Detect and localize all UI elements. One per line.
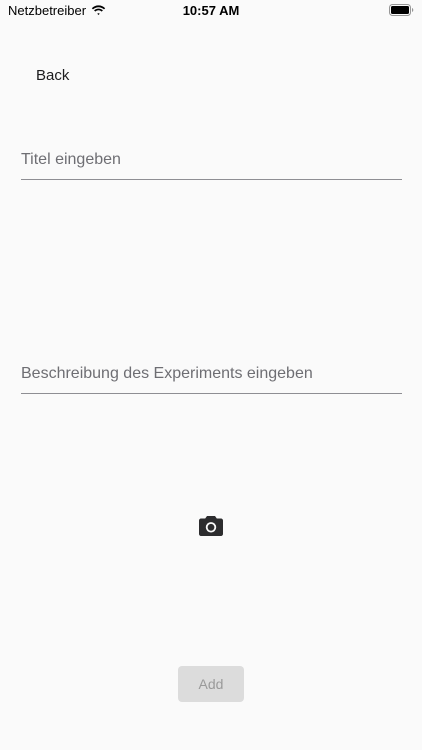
status-bar: Netzbetreiber 10:57 AM <box>0 0 422 24</box>
camera-icon[interactable] <box>199 515 223 537</box>
battery-icon <box>389 4 414 16</box>
description-input[interactable] <box>21 365 402 383</box>
screen: Netzbetreiber 10:57 AM Back Add <box>0 0 422 750</box>
title-field <box>21 136 402 180</box>
status-time: 10:57 AM <box>182 3 240 18</box>
title-input[interactable] <box>21 151 402 169</box>
description-field <box>21 350 402 394</box>
add-button[interactable]: Add <box>178 666 244 702</box>
back-button[interactable]: Back <box>36 67 69 84</box>
